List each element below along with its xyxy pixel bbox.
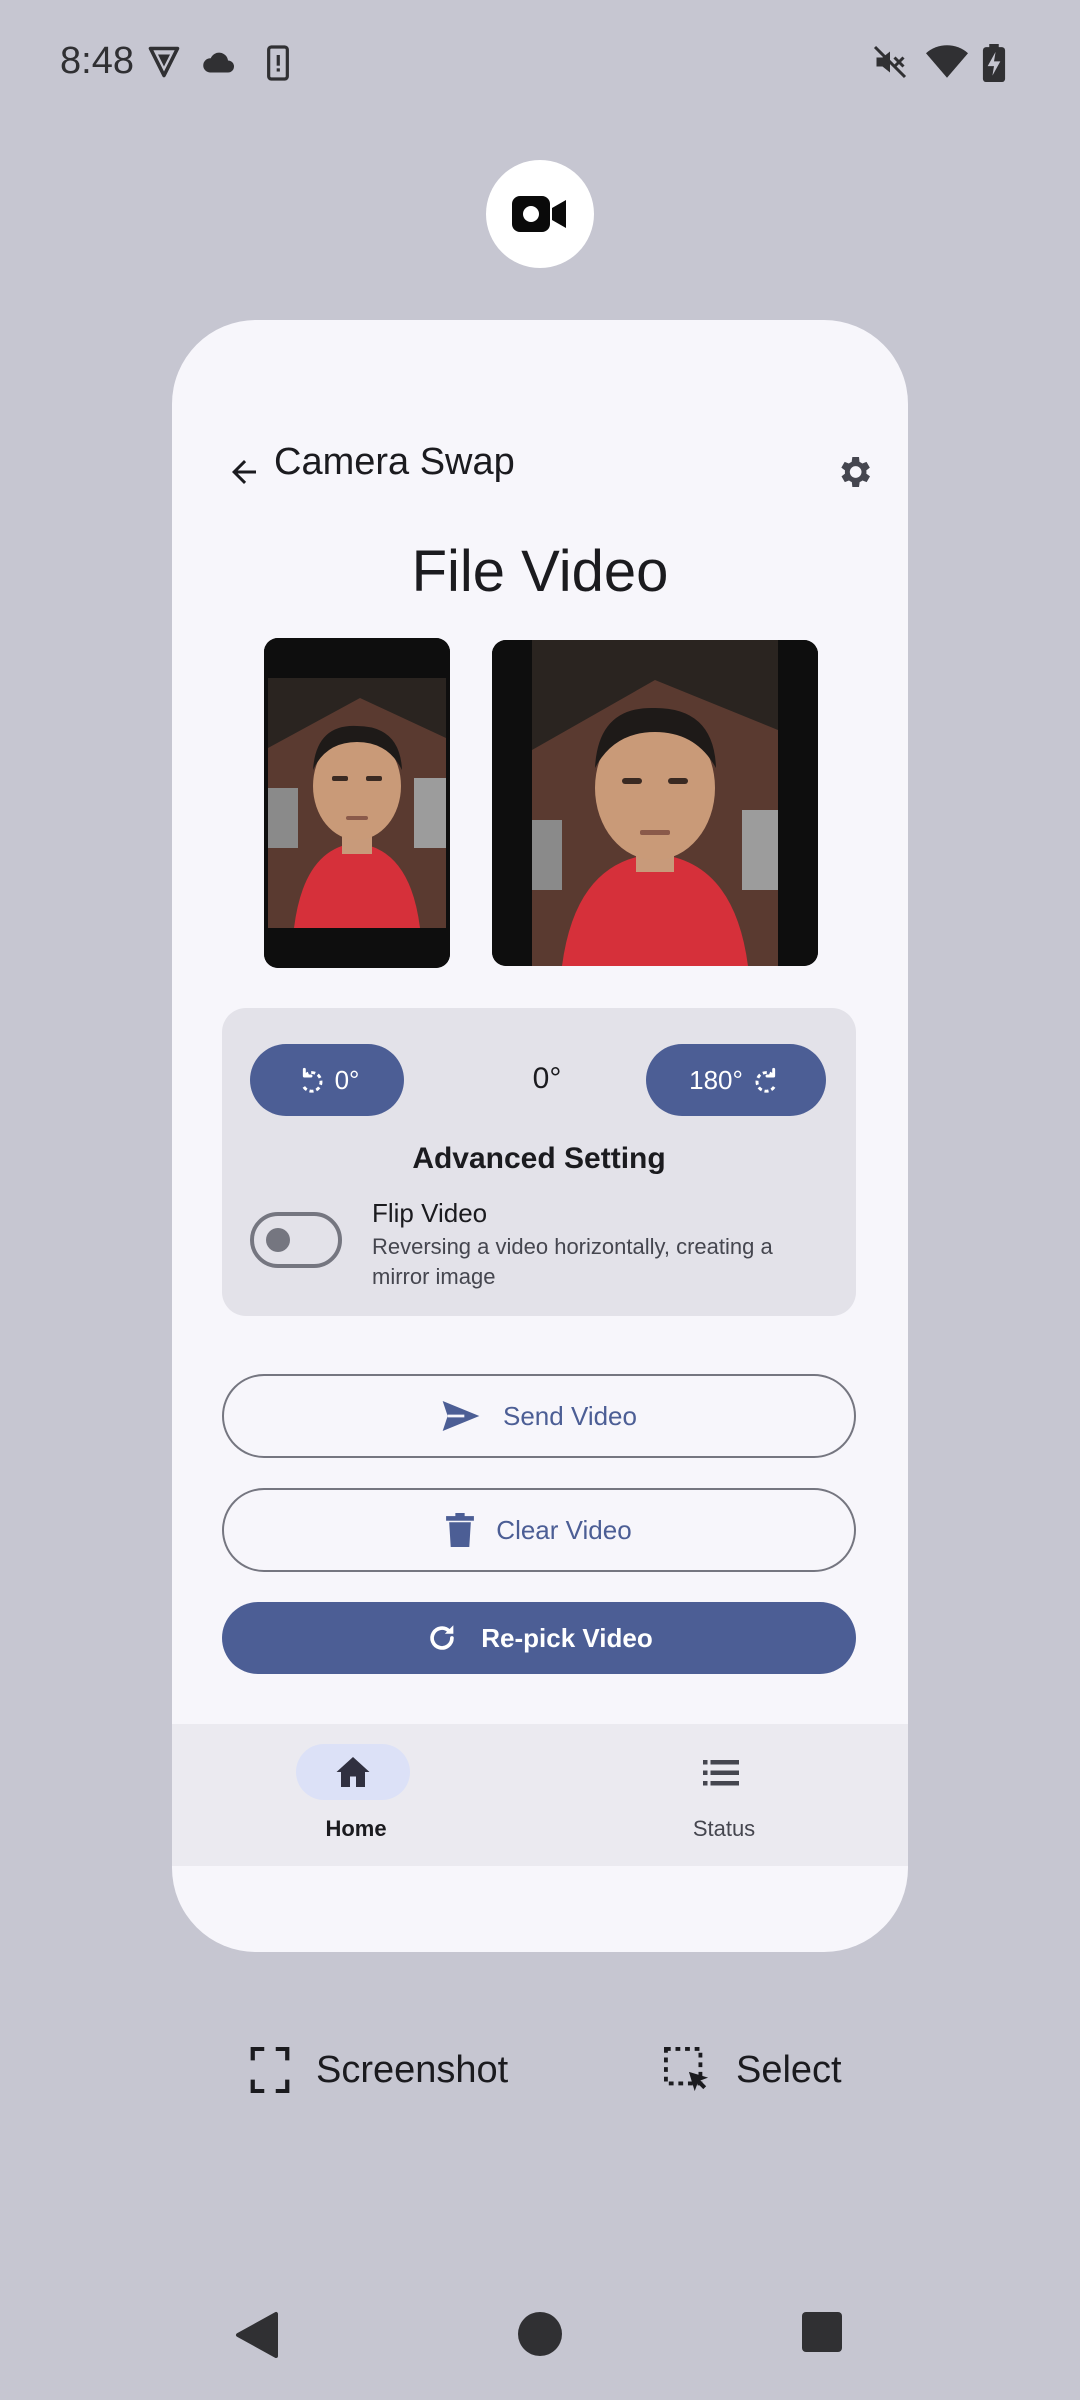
rotate-left-icon <box>301 1067 323 1093</box>
flip-video-switch[interactable] <box>250 1212 342 1268</box>
flip-video-description: Reversing a video horizontally, creating… <box>372 1234 773 1289</box>
rotate-right-label: 180° <box>689 1064 743 1095</box>
nav-icon-wrap <box>664 1744 778 1800</box>
send-video-button[interactable]: Send Video <box>222 1374 856 1458</box>
send-icon <box>442 1401 480 1431</box>
rotation-settings-panel: 0° 0° 180° Advanced Setting Flip Video R… <box>222 1008 856 1316</box>
rotation-value: 0° <box>532 1062 562 1095</box>
bottom-navigation: Home Status <box>172 1724 908 1866</box>
select-action[interactable]: Select <box>664 2040 842 2100</box>
send-video-label: Send Video <box>503 1400 637 1431</box>
video-frame-image <box>264 638 450 968</box>
nav-back-icon[interactable] <box>234 2310 280 2360</box>
app-window: Camera Swap File Video 0° 0° 180° Advanc… <box>172 320 908 1952</box>
page-title: File Video <box>411 539 669 604</box>
vpn-shield-icon <box>148 46 180 78</box>
list-icon <box>703 1760 739 1786</box>
rotate-right-button[interactable]: 180° <box>646 1044 826 1116</box>
mute-icon <box>873 45 907 79</box>
arrow-back-icon <box>232 460 256 484</box>
clear-video-button[interactable]: Clear Video <box>222 1488 856 1572</box>
screenshot-frame-icon <box>250 2047 290 2093</box>
wifi-icon <box>926 45 968 78</box>
gear-icon <box>841 457 870 487</box>
battery-charging-icon <box>982 44 1006 82</box>
trash-icon <box>446 1513 475 1547</box>
app-icon-badge <box>486 160 594 268</box>
switch-knob <box>266 1228 290 1252</box>
advanced-setting-title: Advanced Setting <box>412 1142 666 1175</box>
rotate-left-button[interactable]: 0° <box>250 1044 404 1116</box>
nav-recents-icon[interactable] <box>800 2310 844 2354</box>
nav-active-indicator <box>296 1744 410 1800</box>
clear-video-label: Clear Video <box>496 1514 632 1545</box>
settings-button[interactable] <box>818 436 890 508</box>
app-title: Camera Swap <box>274 441 515 483</box>
select-label: Select <box>736 2048 842 2091</box>
refresh-icon <box>430 1625 455 1650</box>
repick-video-label: Re-pick Video <box>481 1622 653 1653</box>
nav-label-home: Home <box>325 1816 387 1841</box>
phone-alert-icon <box>267 45 289 81</box>
repick-video-button[interactable]: Re-pick Video <box>222 1602 856 1674</box>
screenshot-label: Screenshot <box>316 2048 509 2091</box>
screenshot-action[interactable]: Screenshot <box>250 2040 508 2100</box>
nav-label-status: Status <box>692 1816 756 1841</box>
select-region-icon <box>664 2047 709 2092</box>
flip-video-label: Flip Video <box>372 1198 488 1228</box>
video-camera-icon <box>512 196 566 232</box>
video-frame-image <box>492 640 818 966</box>
rotate-right-icon <box>755 1067 777 1093</box>
nav-item-home[interactable]: Home <box>172 1724 540 1866</box>
home-icon <box>336 1757 370 1787</box>
nav-home-icon[interactable] <box>516 2310 564 2358</box>
square-video-preview[interactable] <box>492 640 818 966</box>
portrait-video-preview[interactable] <box>264 638 450 968</box>
nav-item-status[interactable]: Status <box>540 1724 908 1866</box>
status-bar: 8:48 <box>0 0 1080 130</box>
cloud-icon <box>203 52 234 73</box>
status-time: 8:48 <box>60 40 134 82</box>
rotate-left-label: 0° <box>334 1064 360 1095</box>
